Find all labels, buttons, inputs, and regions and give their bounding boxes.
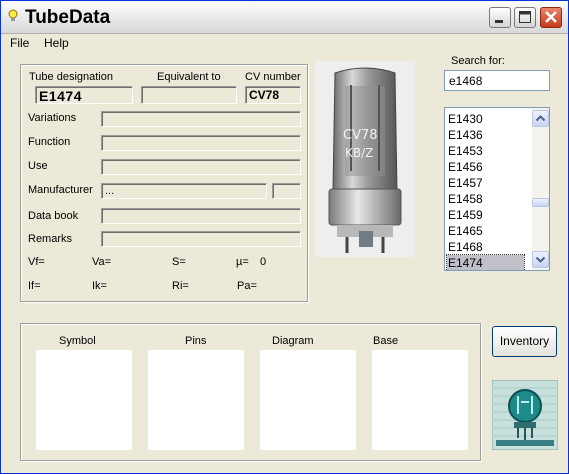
- diagram-image: [260, 350, 356, 450]
- tube-designation-value: E1474: [39, 88, 82, 104]
- symbol-image: [36, 350, 132, 450]
- databook-field[interactable]: [101, 208, 301, 224]
- base-label: Base: [373, 335, 399, 347]
- cv-number-value: CV78: [249, 88, 280, 102]
- manufacturer-code-field[interactable]: [272, 183, 301, 199]
- minimize-button[interactable]: [489, 7, 511, 28]
- window-title: TubeData: [25, 7, 111, 28]
- chevron-up-icon: [535, 115, 546, 122]
- ik-label: Ik=: [92, 280, 107, 292]
- if-label: If=: [28, 280, 41, 292]
- scroll-up-button[interactable]: [532, 110, 549, 127]
- pins-label: Pins: [185, 335, 207, 347]
- tube-logo-image: [492, 380, 558, 450]
- scroll-down-button[interactable]: [532, 251, 549, 268]
- vf-label: Vf=: [28, 256, 45, 268]
- remarks-label: Remarks: [28, 233, 73, 245]
- graphics-panel: Symbol Pins Diagram Base: [20, 323, 481, 461]
- remarks-field[interactable]: [101, 231, 301, 247]
- maximize-icon: [519, 11, 531, 23]
- list-item[interactable]: E1453: [447, 143, 524, 159]
- list-item[interactable]: E1474: [446, 254, 525, 270]
- cv-number-field[interactable]: CV78: [245, 86, 301, 104]
- va-label: Va=: [92, 256, 112, 268]
- list-item[interactable]: E1436: [447, 127, 524, 143]
- manufacturer-field[interactable]: ...: [101, 183, 267, 199]
- tube-photo: CV78 KB/Z: [315, 61, 415, 257]
- base-image: [372, 350, 468, 450]
- list-item[interactable]: E1458: [447, 191, 524, 207]
- diagram-label: Diagram: [272, 335, 314, 347]
- details-panel: Tube designation Equivalent to CV number…: [20, 64, 308, 302]
- s-label: S=: [172, 256, 186, 268]
- tube-marking-line2: KB/Z: [345, 146, 373, 160]
- ri-label: Ri=: [172, 280, 189, 292]
- search-results-list[interactable]: E1430 E1436 E1453 E1456 E1457 E1458 E1459 E1465…: [444, 107, 550, 271]
- tube-designation-field[interactable]: E1474: [35, 86, 133, 104]
- list-item[interactable]: E1465: [447, 223, 524, 239]
- list-item[interactable]: E1456: [447, 159, 524, 175]
- pins-image: [148, 350, 244, 450]
- lightbulb-icon: [8, 9, 18, 21]
- list-item[interactable]: E1457: [447, 175, 524, 191]
- minimize-icon: [495, 20, 503, 23]
- manufacturer-value: ...: [105, 185, 115, 197]
- title-bar: TubeData: [1, 1, 568, 34]
- use-field[interactable]: [101, 159, 301, 175]
- app-window: TubeData File Help Tube designation Equi…: [0, 0, 569, 474]
- function-label: Function: [28, 136, 71, 148]
- tube-marking-line1: CV78: [343, 128, 378, 143]
- inventory-button[interactable]: Inventory: [492, 326, 557, 357]
- results-scrollbar[interactable]: [532, 108, 549, 270]
- pa-label: Pa=: [237, 280, 257, 292]
- cv-number-label: CV number: [245, 71, 301, 83]
- mu-label: µ=: [236, 256, 249, 268]
- menu-file[interactable]: File: [10, 36, 29, 50]
- variations-label: Variations: [28, 112, 77, 124]
- tube-designation-label: Tube designation: [29, 71, 113, 83]
- equivalent-label: Equivalent to: [157, 71, 221, 83]
- chevron-down-icon: [535, 256, 546, 263]
- close-button[interactable]: [540, 7, 562, 28]
- symbol-label: Symbol: [59, 335, 96, 347]
- list-item[interactable]: E1468: [447, 239, 524, 255]
- list-item[interactable]: E1430: [447, 111, 524, 127]
- variations-field[interactable]: [101, 111, 301, 127]
- search-label: Search for:: [451, 55, 505, 67]
- maximize-button[interactable]: [514, 7, 536, 28]
- manufacturer-label: Manufacturer: [28, 184, 93, 196]
- close-icon: [545, 11, 557, 23]
- list-item[interactable]: E1459: [447, 207, 524, 223]
- mu-value: 0: [260, 256, 267, 268]
- menu-help[interactable]: Help: [44, 36, 69, 50]
- equivalent-field[interactable]: [141, 86, 237, 104]
- function-field[interactable]: [101, 135, 301, 151]
- search-input-value: e1468: [449, 74, 483, 88]
- search-input[interactable]: e1468: [444, 70, 550, 91]
- use-label: Use: [28, 160, 48, 172]
- databook-label: Data book: [28, 210, 79, 222]
- scroll-thumb[interactable]: [532, 198, 549, 207]
- menu-bar: File Help: [1, 34, 568, 52]
